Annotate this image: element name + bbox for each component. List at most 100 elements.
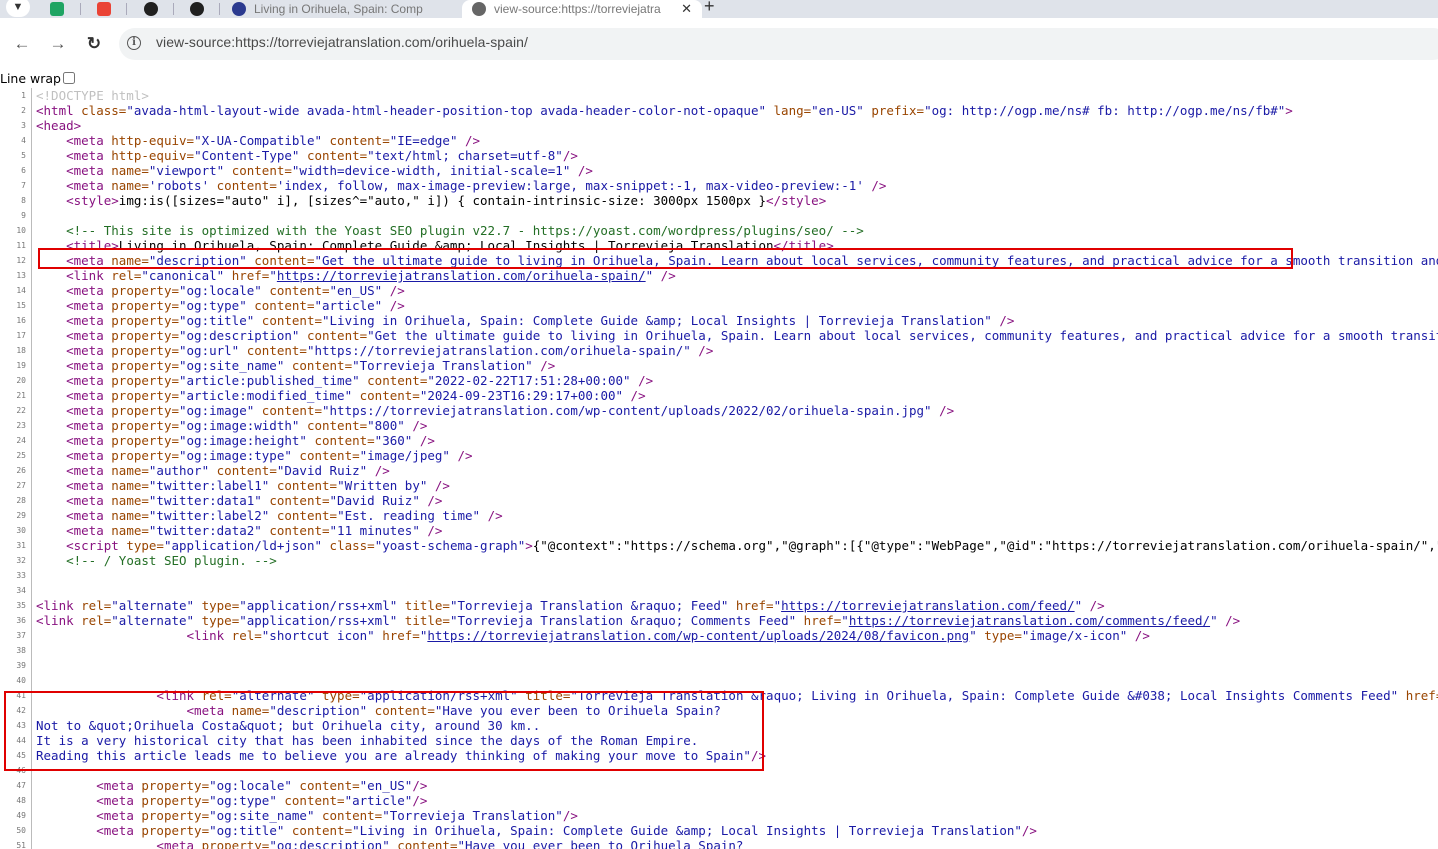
attribute-name-token: type= [126,538,164,553]
tab-google-sheets[interactable] [50,0,72,18]
back-button[interactable]: ← [12,34,32,54]
line-code: <meta property="og:locale" content="en_U… [36,778,427,793]
source-line: 49 <meta property="og:site_name" content… [0,808,1438,823]
attribute-name-token: property= [201,838,270,849]
tab-openai-2[interactable] [190,0,212,18]
html-tag-token: /> [480,508,503,523]
attribute-value-token: "Living in Orihuela, Spain: Complete Gui… [322,313,992,328]
tab-divider [219,3,220,15]
html-tag-token: /> [991,313,1015,328]
html-tag-token: <meta [66,343,112,358]
line-number: 50 [16,826,26,835]
attribute-name-token: content= [254,403,322,418]
source-line: 17 <meta property="og:description" conte… [0,328,1438,343]
attribute-value-token: "2022-02-22T17:51:28+00:00" [427,373,631,388]
attribute-name-token: property= [111,283,179,298]
tab-view-source[interactable]: view-source:https://torreviejatra ✕ [462,0,702,18]
attribute-value-token: "application/ld+json" [163,538,323,553]
source-line: 51 <meta property="og:description" conte… [0,838,1438,849]
attribute-value-token: "Content-Type" [194,148,300,163]
tab-divider [80,3,81,15]
source-link[interactable]: https://torreviejatranslation.com/commen… [849,613,1210,628]
source-line: 24 <meta property="og:image:height" cont… [0,433,1438,448]
line-number: 25 [16,451,26,460]
attribute-name-token: content= [269,508,338,523]
html-tag-token: <meta [66,328,112,343]
attribute-value-token: "David Ruiz" [329,493,420,508]
line-code: <meta property="article:published_time" … [36,373,653,388]
attribute-name-token: href= [796,613,842,628]
url-text: view-source:https://torreviejatranslatio… [156,34,528,50]
attribute-name-token: http-equiv= [111,148,195,163]
attribute-value-token: "article" [344,793,413,808]
attribute-value-token: "og:site_name" [179,358,285,373]
attribute-name-token: content= [306,433,375,448]
close-icon[interactable]: ✕ [681,1,692,17]
line-number: 34 [16,586,26,595]
attribute-value-token: "Have you ever been to Orihuela Spain? [457,838,744,849]
attribute-name-token: property= [111,298,179,313]
line-code: <meta name="author" content="David Ruiz"… [36,463,390,478]
attribute-name-token: content= [261,283,330,298]
reload-button[interactable]: ↻ [84,34,104,54]
tab-title: view-source:https://torreviejatra [494,2,661,16]
source-link[interactable]: https://torreviejatranslation.com/wp-con… [427,628,969,643]
line-number: 1 [21,91,26,100]
text-token: img:is([sizes="auto" i], [sizes^="auto,"… [118,193,767,208]
html-tag-token: /> [690,343,714,358]
line-number: 2 [21,106,26,115]
html-tag-token: <meta [66,478,112,493]
attribute-value-token: "og:title" [209,823,285,838]
tab-gmail[interactable] [97,0,119,18]
attribute-value-token: "image/x-icon" [1021,628,1128,643]
line-wrap-control[interactable]: Line wrap [0,70,75,86]
new-tab-button[interactable]: + [704,0,715,17]
html-tag-token: /> [419,493,443,508]
line-number: 40 [16,676,26,685]
attribute-value-token: "article" [314,298,383,313]
address-bar[interactable]: i view-source:https://torreviejatranslat… [119,28,1438,60]
line-wrap-checkbox[interactable] [62,72,75,84]
line-number: 10 [16,226,26,235]
attribute-name-token: content= [246,298,315,313]
html-tag-token: <link [36,598,82,613]
doctype-token: <!DOCTYPE html> [36,88,149,103]
line-code: <link rel="canonical" href="https://torr… [36,268,676,283]
html-tag-token: <meta [66,418,112,433]
source-link[interactable]: https://torreviejatranslation.com/orihue… [277,268,646,283]
line-number: 31 [16,541,26,550]
openai-icon [144,2,158,16]
source-line: 28 <meta name="twitter:data1" content="D… [0,493,1438,508]
source-line: 47 <meta property="og:locale" content="e… [0,778,1438,793]
reload-icon: ↻ [86,34,102,53]
gmail-icon [97,2,111,16]
line-code: <!-- This site is optimized with the Yoa… [36,223,864,238]
source-line: 14 <meta property="og:locale" content="e… [0,283,1438,298]
line-number: 11 [16,241,26,250]
tab-search-button[interactable]: ▼ [6,0,30,17]
source-line: 18 <meta property="og:url" content="http… [0,343,1438,358]
attribute-name-token: content= [224,163,292,178]
tab-orihuela-article[interactable]: Living in Orihuela, Spain: Comp [232,0,452,18]
line-code: <meta property="og:image:type" content="… [36,448,472,463]
attribute-name-token: content= [359,373,428,388]
attribute-value-token: "Living in Orihuela, Spain: Complete Gui… [352,823,1022,838]
html-tag-token: <meta [66,313,112,328]
info-icon[interactable]: i [127,36,141,50]
line-code: <meta name="twitter:label2" content="Est… [36,508,503,523]
source-line: 30 <meta name="twitter:data2" content="1… [0,523,1438,538]
html-tag-token: <meta [66,463,112,478]
line-number: 49 [16,811,26,820]
tab-openai-1[interactable] [144,0,166,18]
highlight-box-duplicate-description [4,691,764,771]
attribute-value-token: "og: http://ogp.me/ns# fb: http://ogp.me… [924,103,1286,118]
attribute-name-token: property= [111,433,179,448]
forward-button[interactable]: → [48,34,68,54]
attribute-value-token: "Est. reading time" [337,508,481,523]
source-link[interactable]: https://torreviejatranslation.com/feed/ [781,598,1075,613]
attribute-name-token: name= [111,178,149,193]
attribute-value-token: " [269,268,277,283]
source-line: 38 [0,643,1438,658]
